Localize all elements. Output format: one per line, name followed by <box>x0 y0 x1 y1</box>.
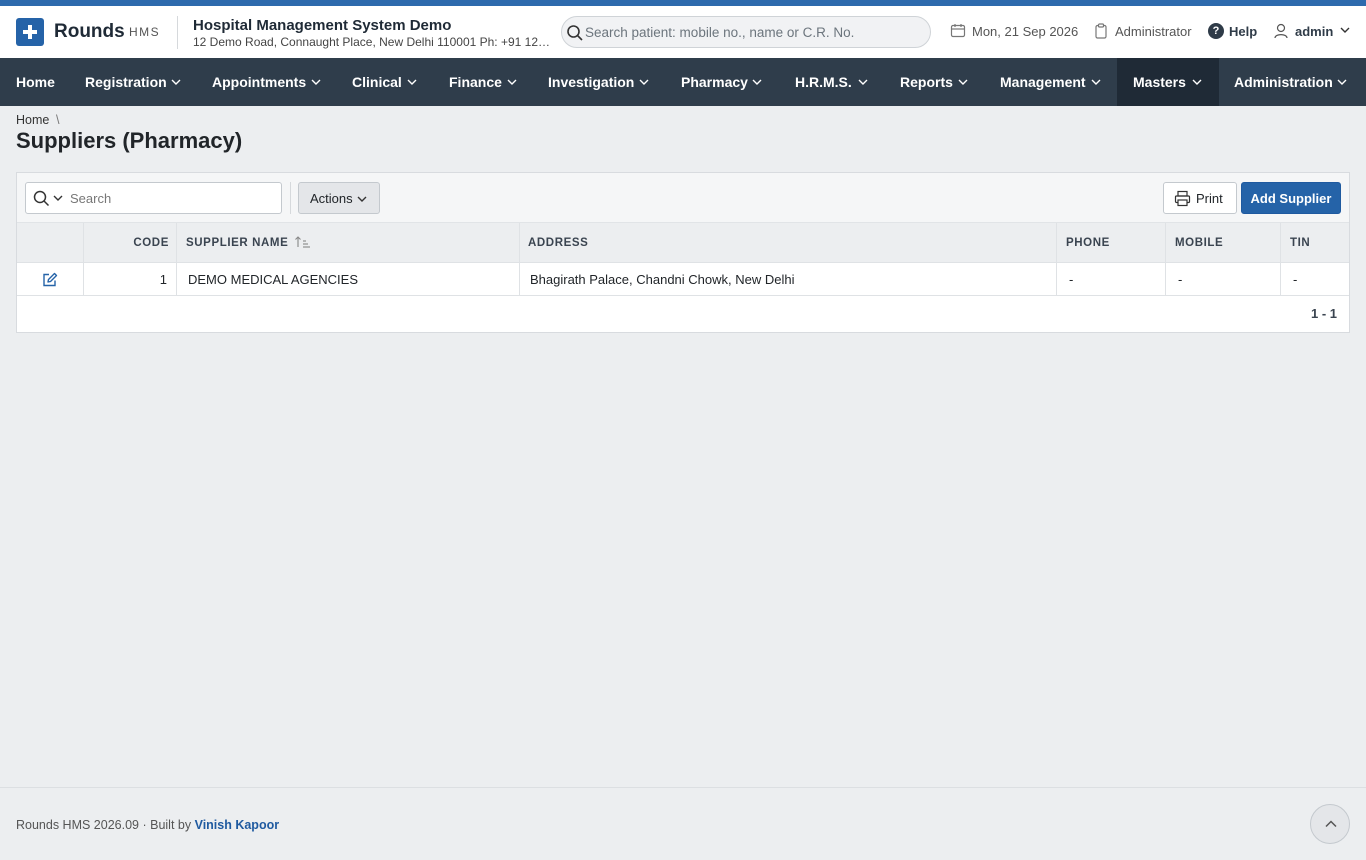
chevron-up-icon <box>1325 820 1337 828</box>
grid-toolbar: Actions Print Add Supplier <box>17 173 1349 223</box>
grid-search-input[interactable] <box>70 183 275 213</box>
breadcrumb-home-link[interactable]: Home <box>16 113 49 127</box>
nav-item-finance[interactable]: Finance <box>434 58 533 106</box>
chevron-down-icon <box>407 79 417 85</box>
brand-suffix: HMS <box>129 25 161 39</box>
chevron-down-icon <box>171 79 181 85</box>
date-text: Mon, 21 Sep 2026 <box>972 24 1079 39</box>
column-header-mobile[interactable]: MOBILE <box>1175 223 1275 263</box>
help-label: Help <box>1229 24 1258 39</box>
actions-button[interactable]: Actions <box>298 182 380 214</box>
hospital-address: 12 Demo Road, Connaught Place, New Delhi… <box>193 35 551 49</box>
nav-item-administration[interactable]: Administration <box>1219 58 1366 106</box>
app-header: Rounds HMS Hospital Management System De… <box>0 6 1366 58</box>
nav-item-hrms[interactable]: H.R.M.S. <box>780 58 885 106</box>
nav-item-clinical[interactable]: Clinical <box>337 58 434 106</box>
edit-icon[interactable] <box>42 272 58 287</box>
patient-search-input[interactable] <box>585 17 925 47</box>
chevron-down-icon <box>639 79 649 85</box>
pagination-info: 1 - 1 <box>1310 306 1337 321</box>
column-header-supplier-name[interactable]: SUPPLIER NAME <box>186 223 526 263</box>
user-icon <box>1274 23 1288 39</box>
cell-supplier-name: DEMO MEDICAL AGENCIES <box>188 272 358 287</box>
cell-code: 1 <box>159 272 167 287</box>
nav-item-management[interactable]: Management <box>985 58 1117 106</box>
chevron-down-icon <box>357 196 367 202</box>
printer-icon <box>1174 190 1191 207</box>
print-button[interactable]: Print <box>1163 182 1237 214</box>
nav-item-home[interactable]: Home <box>0 58 70 106</box>
breadcrumb-separator: \ <box>56 113 60 127</box>
table-header: CODE SUPPLIER NAME ADDRESS PHONE MOBILE … <box>17 223 1349 263</box>
brand-name[interactable]: Rounds <box>54 21 125 43</box>
clipboard-icon <box>1095 23 1107 39</box>
chevron-down-icon <box>1337 79 1347 85</box>
column-header-tin[interactable]: TIN <box>1290 223 1340 263</box>
nav-item-registration[interactable]: Registration <box>70 58 197 106</box>
hospital-name: Hospital Management System Demo <box>193 17 452 34</box>
table-row: 1 DEMO MEDICAL AGENCIES Bhagirath Palace… <box>17 263 1349 296</box>
chevron-down-icon <box>858 79 868 85</box>
column-header-edit <box>17 223 84 263</box>
header-divider <box>177 16 178 49</box>
chevron-down-icon[interactable] <box>53 194 63 202</box>
help-icon: ? <box>1208 23 1224 39</box>
footer-credits: Rounds HMS 2026.09 · Built by Vinish Kap… <box>16 818 279 832</box>
chevron-down-icon <box>1192 79 1202 85</box>
column-divider <box>83 223 84 296</box>
column-header-phone[interactable]: PHONE <box>1066 223 1166 263</box>
cell-tin: - <box>1293 272 1298 287</box>
chevron-down-icon <box>1340 27 1350 33</box>
cell-mobile: - <box>1178 272 1183 287</box>
breadcrumb: Home \ <box>16 113 59 127</box>
column-header-address[interactable]: ADDRESS <box>528 223 1058 263</box>
app-footer: Rounds HMS 2026.09 · Built by Vinish Kap… <box>0 787 1366 860</box>
column-divider <box>1056 223 1057 296</box>
scroll-to-top-button[interactable] <box>1310 804 1350 844</box>
chevron-down-icon <box>311 79 321 85</box>
page-title: Suppliers (Pharmacy) <box>16 128 243 153</box>
nav-item-investigation[interactable]: Investigation <box>533 58 666 106</box>
column-header-code[interactable]: CODE <box>84 223 177 263</box>
column-divider <box>176 223 177 296</box>
grid-search-box <box>25 182 282 214</box>
calendar-icon <box>950 24 966 38</box>
logo-icon[interactable] <box>16 18 44 46</box>
chevron-down-icon <box>507 79 517 85</box>
search-icon <box>567 25 583 41</box>
chevron-down-icon <box>1091 79 1101 85</box>
column-divider <box>519 223 520 296</box>
column-divider <box>1280 223 1281 296</box>
footer-author-link[interactable]: Vinish Kapoor <box>195 818 280 832</box>
nav-item-appointments[interactable]: Appointments <box>197 58 337 106</box>
chevron-down-icon <box>752 79 762 85</box>
nav-item-pharmacy[interactable]: Pharmacy <box>666 58 780 106</box>
patient-search-box <box>561 16 931 48</box>
main-nav: Home Registration Appointments Clinical … <box>0 58 1366 106</box>
chevron-down-icon <box>958 79 968 85</box>
suppliers-card: Actions Print Add Supplier CODE SUPPLIER… <box>16 172 1350 333</box>
add-supplier-button[interactable]: Add Supplier <box>1241 182 1341 214</box>
nav-item-masters[interactable]: Masters <box>1117 58 1219 106</box>
search-icon[interactable] <box>33 190 50 207</box>
footer-version: Rounds HMS 2026.09 · Built by <box>16 818 192 832</box>
toolbar-separator <box>290 182 291 214</box>
user-name: admin <box>1295 24 1334 39</box>
sort-ascending-icon[interactable] <box>294 236 312 248</box>
role-text: Administrator <box>1115 24 1192 39</box>
cell-phone: - <box>1069 272 1074 287</box>
column-divider <box>1165 223 1166 296</box>
cell-address: Bhagirath Palace, Chandni Chowk, New Del… <box>530 272 795 287</box>
nav-item-reports[interactable]: Reports <box>885 58 985 106</box>
